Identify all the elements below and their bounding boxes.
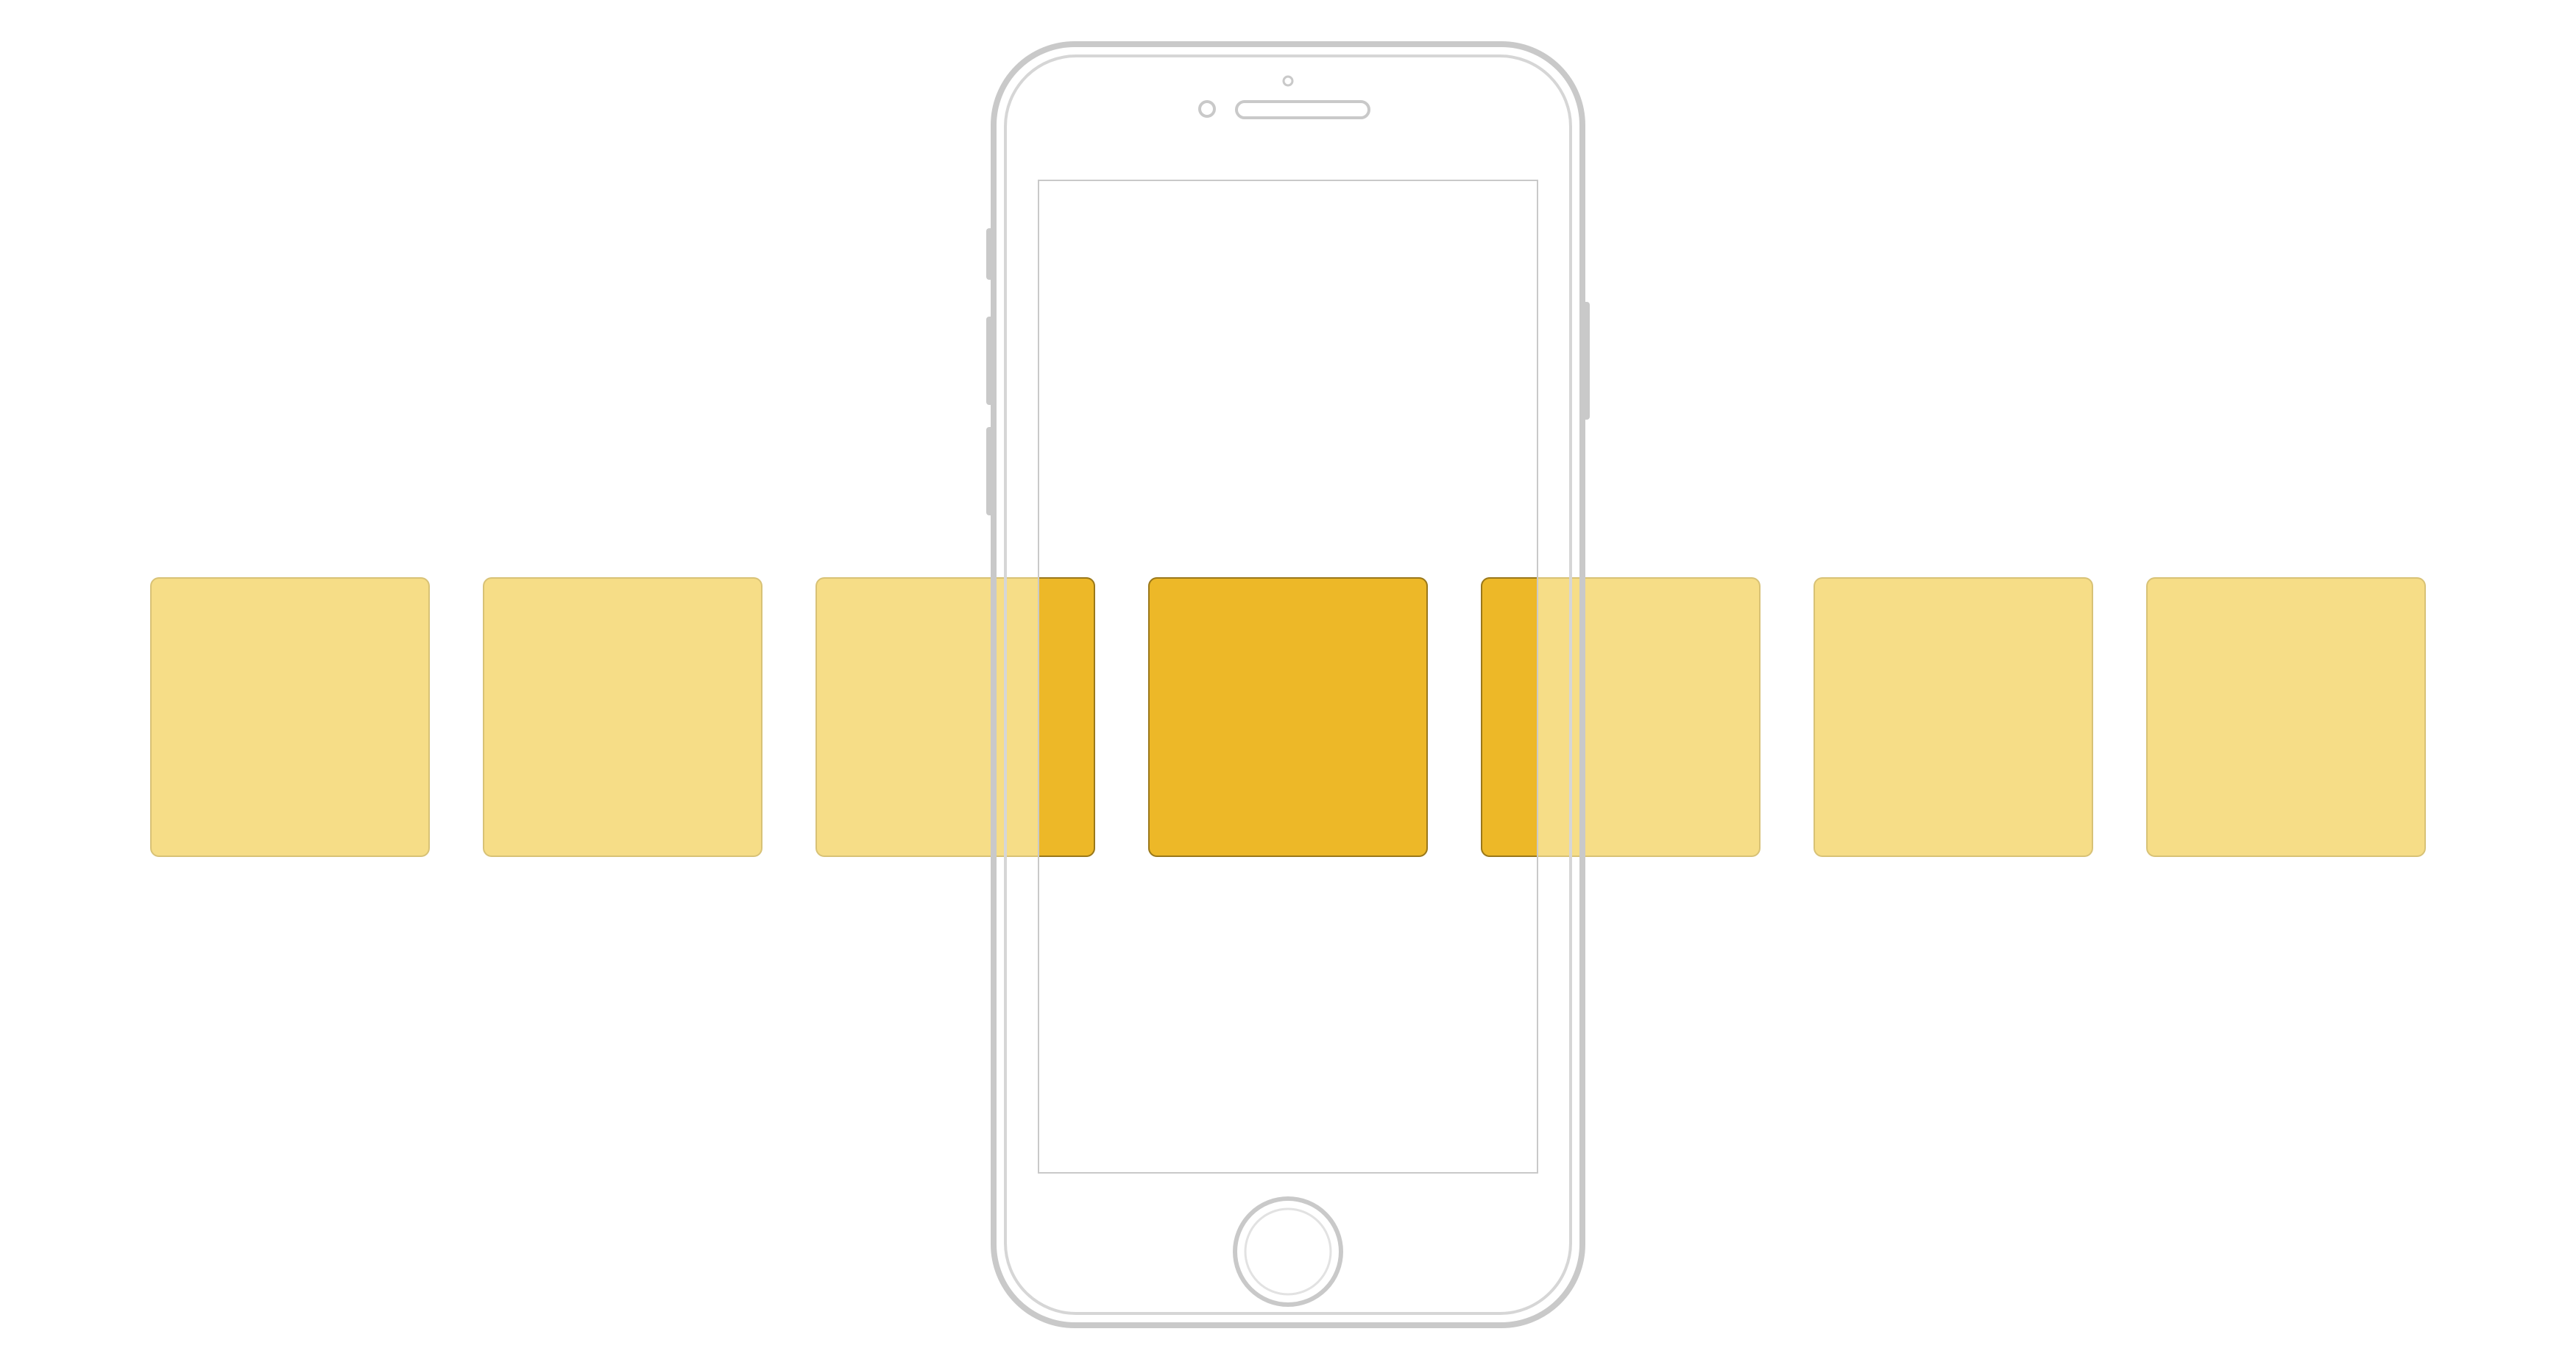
front-camera (1200, 102, 1214, 116)
carousel-card[interactable] (1481, 577, 1761, 857)
mute-switch (986, 228, 994, 280)
home-button (1235, 1199, 1341, 1305)
carousel-row (0, 577, 2576, 857)
carousel-card[interactable] (815, 577, 1095, 857)
carousel-card[interactable] (1148, 577, 1428, 857)
home-button-inner (1245, 1209, 1331, 1294)
top-sensor-dot (1284, 77, 1292, 85)
diagram-stage (0, 0, 2576, 1365)
carousel-card[interactable] (2146, 577, 2426, 857)
carousel-card[interactable] (483, 577, 762, 857)
carousel-card[interactable] (1814, 577, 2093, 857)
carousel-card[interactable] (150, 577, 430, 857)
earpiece-speaker (1236, 102, 1369, 118)
power-button (1582, 302, 1590, 420)
volume-down-button (986, 427, 994, 515)
volume-up-button (986, 317, 994, 405)
